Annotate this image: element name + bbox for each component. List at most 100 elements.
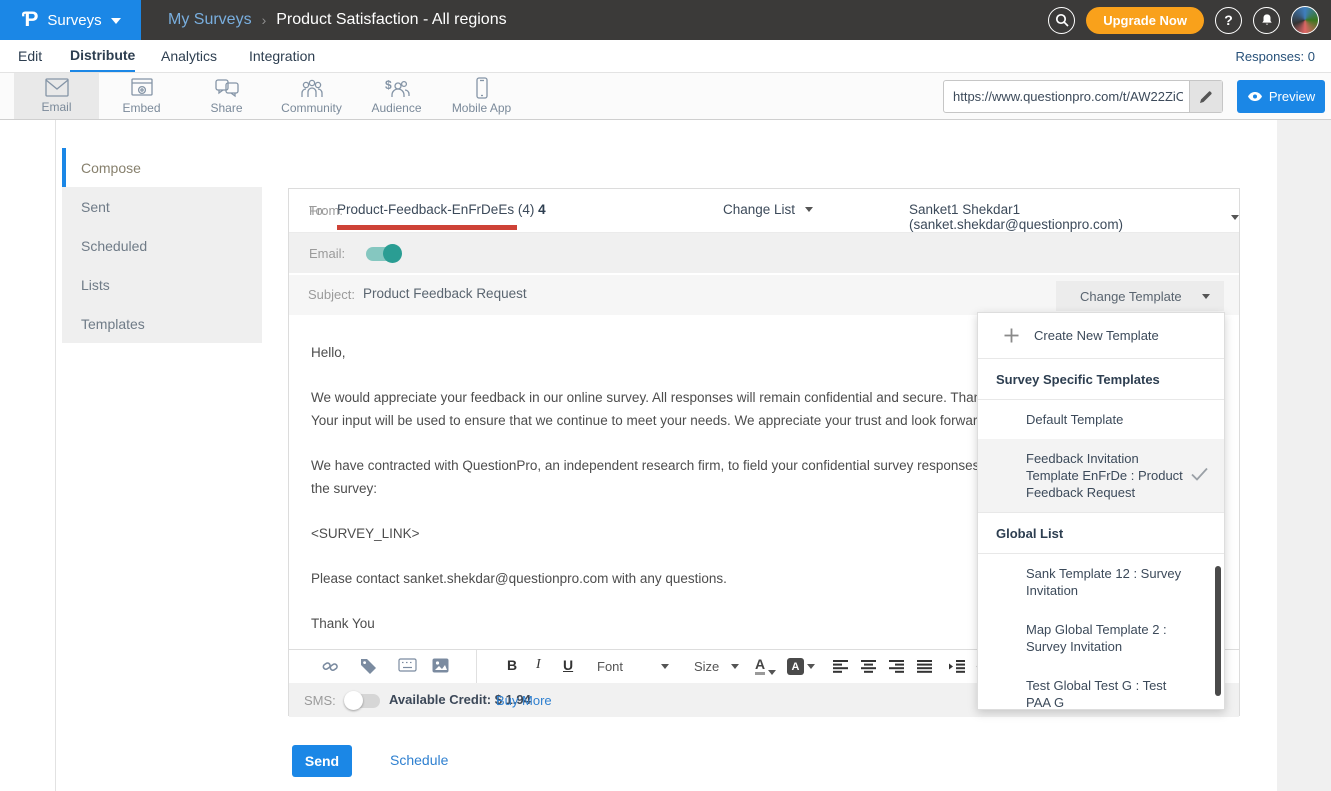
sidebar-item-sent[interactable]: Sent: [62, 187, 262, 226]
search-button[interactable]: [1048, 7, 1075, 34]
italic-button[interactable]: I: [536, 657, 541, 673]
channel-community[interactable]: Community: [269, 73, 354, 119]
pencil-icon: [1199, 90, 1213, 104]
highlight-color-button[interactable]: A: [787, 658, 815, 675]
preview-button[interactable]: Preview: [1237, 80, 1325, 113]
questionpro-distribute-screen: Ƥ Surveys My Surveys › Product Satisfact…: [0, 0, 1331, 791]
from-sender-dropdown[interactable]: Sanket1 Shekdar1 (sanket.shekdar@questio…: [909, 202, 1239, 232]
tab-analytics[interactable]: Analytics: [161, 40, 217, 72]
main-content: Compose Sent Scheduled Lists Templates T…: [0, 120, 1331, 791]
menu-scrollbar[interactable]: [1215, 566, 1221, 696]
audience-icon: $: [384, 78, 410, 99]
recipient-count: 4: [538, 202, 546, 217]
sms-toggle[interactable]: [346, 694, 380, 708]
upgrade-now-button[interactable]: Upgrade Now: [1086, 7, 1204, 34]
channel-share[interactable]: Share: [184, 73, 269, 119]
toggle-knob: [344, 691, 363, 710]
change-template-label: Change Template: [1080, 289, 1182, 304]
channel-label: Share: [210, 101, 242, 115]
insert-link-button[interactable]: [322, 658, 339, 680]
subject-value[interactable]: Product Feedback Request: [363, 286, 527, 301]
template-item-map-global-2[interactable]: Map Global Template 2 : Survey Invitatio…: [978, 610, 1224, 666]
email-toggle[interactable]: [366, 247, 400, 261]
merge-tag-button[interactable]: [360, 658, 377, 680]
header-actions: Upgrade Now ?: [1048, 0, 1319, 40]
tab-distribute[interactable]: Distribute: [70, 40, 135, 72]
global-list-header: Global List: [978, 513, 1224, 554]
align-center-icon: [861, 660, 876, 673]
sidebar-item-label: Compose: [81, 160, 141, 176]
distribute-channel-bar: Email Embed Share Community $ Audience M…: [0, 73, 1331, 120]
size-label: Size: [694, 659, 719, 674]
change-list-label: Change List: [723, 202, 795, 217]
survey-link-input[interactable]: [944, 81, 1189, 112]
sidebar-item-label: Lists: [81, 277, 110, 293]
help-button[interactable]: ?: [1215, 7, 1242, 34]
sidebar-item-templates[interactable]: Templates: [62, 304, 262, 343]
community-icon: [299, 78, 325, 99]
edit-link-button[interactable]: [1189, 81, 1222, 112]
to-list-name: Product-Feedback-EnFrDeEs (4): [337, 202, 534, 217]
email-toggle-row: Email:: [289, 233, 1239, 275]
app-menu-surveys[interactable]: Ƥ Surveys: [0, 0, 141, 40]
sidebar-item-label: Sent: [81, 199, 110, 215]
keyboard-icon: [398, 658, 417, 672]
chevron-down-icon: [1202, 294, 1210, 299]
channel-mobile-app[interactable]: Mobile App: [439, 73, 524, 119]
app-menu-label: Surveys: [47, 12, 101, 29]
send-button[interactable]: Send: [292, 745, 352, 777]
to-list-value[interactable]: Product-Feedback-EnFrDeEs (4) 4: [337, 202, 546, 217]
channel-audience[interactable]: $ Audience: [354, 73, 439, 119]
breadcrumb-my-surveys[interactable]: My Surveys: [168, 11, 252, 29]
bold-button[interactable]: B: [507, 657, 517, 673]
template-item-sank-12[interactable]: Sank Template 12 : Survey Invitation: [978, 554, 1224, 610]
font-size-dropdown[interactable]: Size: [694, 659, 739, 674]
align-right-button[interactable]: [889, 660, 904, 678]
change-list-dropdown[interactable]: Change List: [723, 202, 813, 217]
breadcrumb: My Surveys › Product Satisfaction - All …: [168, 0, 507, 40]
sidebar-item-label: Templates: [81, 316, 145, 332]
survey-link-box: [943, 80, 1223, 113]
channel-label: Mobile App: [452, 101, 511, 115]
change-template-menu: Create New Template Survey Specific Temp…: [977, 312, 1225, 710]
indent-button[interactable]: [949, 660, 965, 678]
font-family-dropdown[interactable]: Font: [597, 659, 669, 674]
email-sidebar: Compose Sent Scheduled Lists Templates: [62, 148, 262, 343]
underline-button[interactable]: U: [563, 657, 573, 673]
text-color-glyph: A: [755, 657, 765, 675]
align-left-button[interactable]: [833, 660, 848, 678]
bell-icon: [1260, 13, 1274, 27]
sidebar-item-lists[interactable]: Lists: [62, 265, 262, 304]
buy-more-link[interactable]: Buy More: [496, 693, 552, 708]
template-item-test-global[interactable]: Test Global Test G : Test PAA G: [978, 666, 1224, 710]
user-avatar[interactable]: [1291, 6, 1319, 34]
channel-embed[interactable]: Embed: [99, 73, 184, 119]
text-color-button[interactable]: A: [755, 657, 776, 675]
to-row: To: Product-Feedback-EnFrDeEs (4) 4 Chan…: [289, 189, 1239, 233]
tab-integration[interactable]: Integration: [249, 40, 315, 72]
share-icon: [215, 78, 239, 99]
create-new-template-item[interactable]: Create New Template: [978, 313, 1224, 359]
chevron-down-icon: [661, 664, 669, 669]
insert-image-button[interactable]: [432, 658, 449, 678]
left-divider: [55, 120, 56, 791]
chevron-down-icon: [731, 664, 739, 669]
align-center-button[interactable]: [861, 660, 876, 678]
keyboard-button[interactable]: [398, 658, 417, 677]
highlight-color-glyph: A: [787, 658, 804, 675]
change-template-dropdown[interactable]: Change Template: [1056, 281, 1224, 311]
sidebar-item-scheduled[interactable]: Scheduled: [62, 226, 262, 265]
channel-label: Embed: [122, 101, 160, 115]
breadcrumb-separator: ›: [262, 12, 267, 28]
tab-edit[interactable]: Edit: [18, 40, 42, 72]
template-item-feedback-invitation[interactable]: Feedback Invitation Template EnFrDe : Pr…: [978, 439, 1224, 513]
top-header-bar: Ƥ Surveys My Surveys › Product Satisfact…: [0, 0, 1331, 40]
from-sender-value: Sanket1 Shekdar1 (sanket.shekdar@questio…: [909, 202, 1221, 232]
notifications-button[interactable]: [1253, 7, 1280, 34]
sidebar-item-compose[interactable]: Compose: [62, 148, 262, 187]
right-gutter: [1277, 120, 1331, 791]
template-item-default[interactable]: Default Template: [978, 400, 1224, 439]
align-justify-button[interactable]: [917, 660, 932, 678]
channel-email[interactable]: Email: [14, 73, 99, 119]
schedule-link[interactable]: Schedule: [390, 752, 448, 768]
